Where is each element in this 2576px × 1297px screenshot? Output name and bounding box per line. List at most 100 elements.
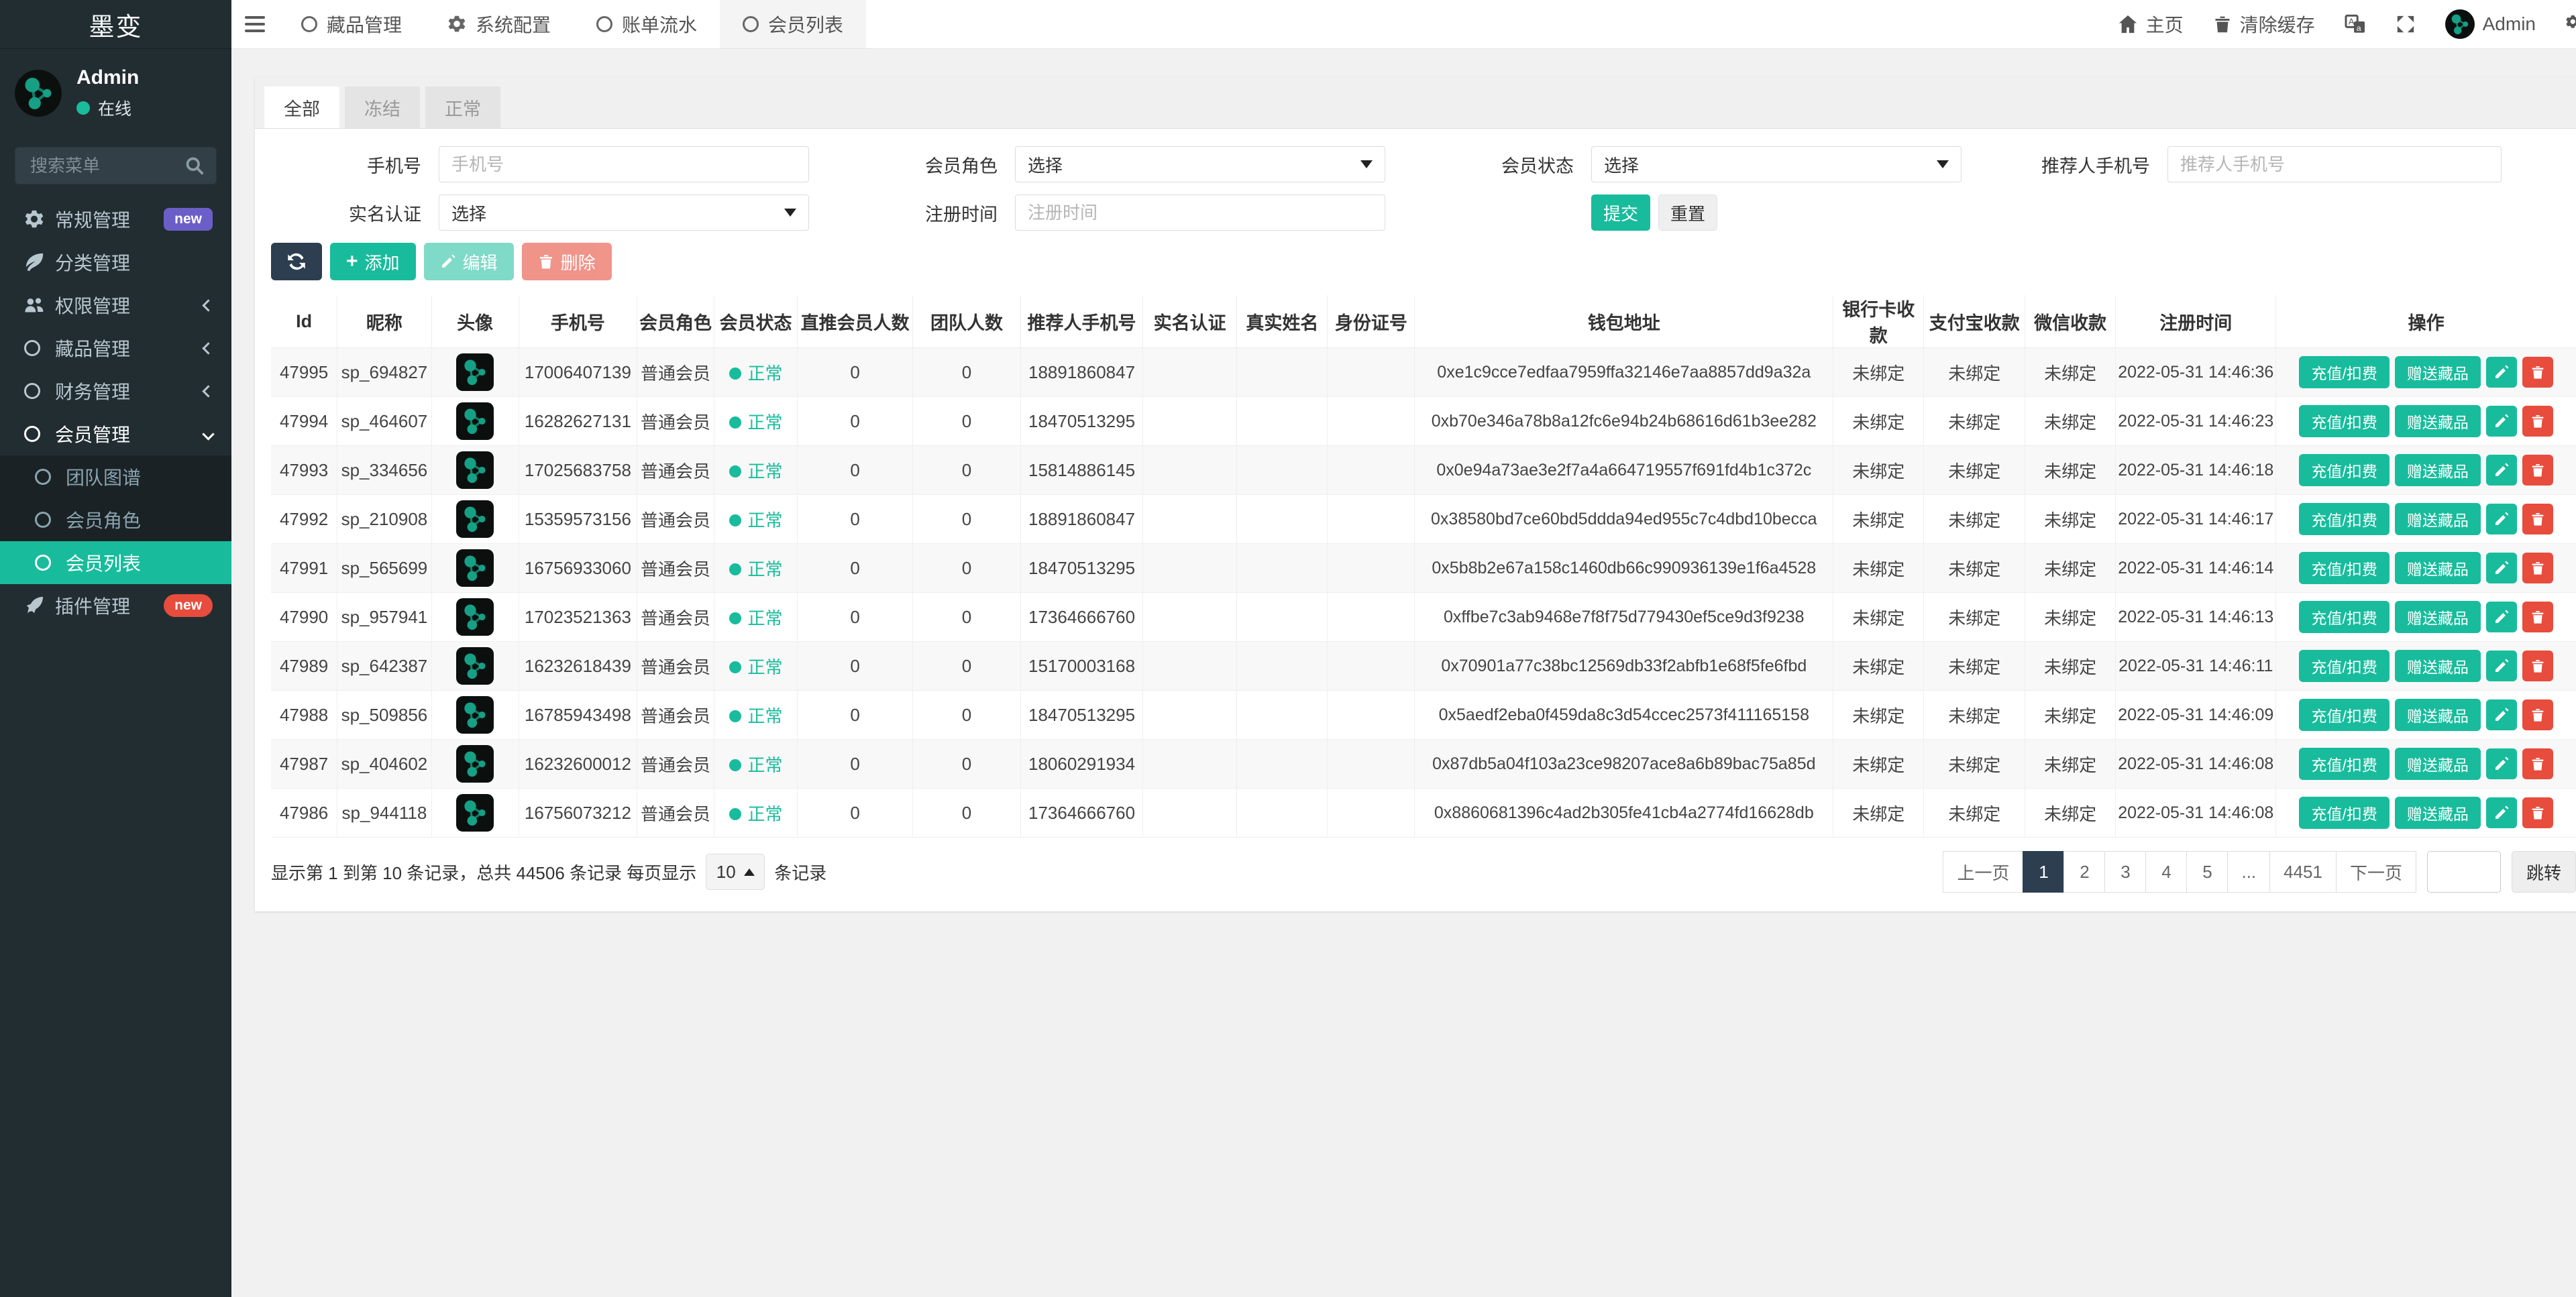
edit-row-button[interactable] [2485, 699, 2517, 730]
recharge-deduct-button[interactable]: 充值/扣费 [2299, 797, 2390, 829]
edit-row-button[interactable] [2485, 406, 2517, 437]
page-button-1[interactable]: 1 [2023, 851, 2065, 893]
edit-row-button[interactable] [2485, 553, 2517, 583]
table-row[interactable]: 47989 sp_642387 16232618439 普通会员 正常 0 0 … [271, 641, 2576, 691]
gift-collection-button[interactable]: 赠送藏品 [2394, 356, 2481, 388]
page-button-4451[interactable]: 4451 [2269, 851, 2337, 893]
gift-collection-button[interactable]: 赠送藏品 [2394, 503, 2481, 535]
refresh-button[interactable] [271, 243, 322, 280]
gift-collection-button[interactable]: 赠送藏品 [2394, 405, 2481, 437]
col-direct-count[interactable]: 直推会员人数 [797, 295, 913, 348]
recharge-deduct-button[interactable]: 充值/扣费 [2299, 356, 2390, 388]
submit-button[interactable]: 提交 [1591, 194, 1650, 231]
gift-collection-button[interactable]: 赠送藏品 [2394, 601, 2481, 633]
edit-row-button[interactable] [2485, 504, 2517, 534]
page-button-5[interactable]: 5 [2186, 851, 2229, 893]
table-row[interactable]: 47994 sp_464607 16282627131 普通会员 正常 0 0 … [271, 396, 2576, 446]
col-bank[interactable]: 银行卡收款 [1833, 295, 1925, 348]
col-referrer-phone[interactable]: 推荐人手机号 [1020, 295, 1143, 348]
sidebar-item-permission[interactable]: 权限管理 [0, 284, 231, 327]
delete-row-button[interactable] [2522, 406, 2553, 437]
col-avatar[interactable]: 头像 [431, 295, 519, 348]
gift-collection-button[interactable]: 赠送藏品 [2394, 797, 2481, 829]
page-button-3[interactable]: 3 [2104, 851, 2147, 893]
home-link[interactable]: 主页 [2118, 11, 2184, 38]
sidebar-item-team-graph[interactable]: 团队图谱 [0, 455, 231, 498]
col-phone[interactable]: 手机号 [518, 295, 638, 348]
page-button-4[interactable]: 4 [2145, 851, 2188, 893]
col-alipay[interactable]: 支付宝收款 [1923, 295, 2026, 348]
recharge-deduct-button[interactable]: 充值/扣费 [2299, 405, 2390, 437]
col-role[interactable]: 会员角色 [637, 295, 714, 348]
page-size-select[interactable]: 10 [706, 854, 765, 890]
real-name-auth-select[interactable]: 选择 [439, 194, 809, 231]
fullscreen-icon[interactable] [2396, 14, 2416, 34]
table-row[interactable]: 47990 sp_957941 17023521363 普通会员 正常 0 0 … [271, 592, 2576, 642]
gift-collection-button[interactable]: 赠送藏品 [2394, 748, 2481, 780]
page-button-下一页[interactable]: 下一页 [2335, 851, 2416, 893]
gift-collection-button[interactable]: 赠送藏品 [2394, 650, 2481, 682]
col-team-count[interactable]: 团队人数 [912, 295, 1022, 348]
delete-row-button[interactable] [2522, 553, 2553, 583]
page-jump-button[interactable]: 跳转 [2512, 851, 2576, 893]
sidebar-item-category[interactable]: 分类管理 [0, 241, 231, 284]
page-button-上一页[interactable]: 上一页 [1943, 851, 2024, 893]
search-icon[interactable] [184, 156, 205, 176]
topnav-tab-bill-flow[interactable]: 账单流水 [574, 0, 720, 48]
col-wallet[interactable]: 钱包地址 [1414, 295, 1834, 348]
col-id-card[interactable]: 身份证号 [1327, 295, 1415, 348]
edit-row-button[interactable] [2485, 797, 2517, 828]
table-row[interactable]: 47987 sp_404602 16232600012 普通会员 正常 0 0 … [271, 739, 2576, 789]
recharge-deduct-button[interactable]: 充值/扣费 [2299, 748, 2390, 780]
delete-row-button[interactable] [2522, 504, 2553, 534]
recharge-deduct-button[interactable]: 充值/扣费 [2299, 552, 2390, 584]
table-row[interactable]: 47993 sp_334656 17025683758 普通会员 正常 0 0 … [271, 445, 2576, 495]
table-row[interactable]: 47986 sp_944118 16756073212 普通会员 正常 0 0 … [271, 788, 2576, 838]
tab-frozen[interactable]: 冻结 [345, 87, 420, 128]
sidebar-item-finance[interactable]: 财务管理 [0, 370, 231, 412]
sidebar-item-plugin[interactable]: 插件管理 new [0, 584, 231, 627]
gift-collection-button[interactable]: 赠送藏品 [2394, 552, 2481, 584]
topnav-tab-system-config[interactable]: 系统配置 [425, 0, 574, 48]
page-button-...[interactable]: ... [2227, 851, 2271, 893]
settings-gears-icon[interactable] [2565, 14, 2576, 34]
table-row[interactable]: 47988 sp_509856 16785943498 普通会员 正常 0 0 … [271, 690, 2576, 740]
navbar-user[interactable]: Admin [2445, 9, 2536, 39]
sidebar-item-member-role[interactable]: 会员角色 [0, 498, 231, 541]
col-wechat[interactable]: 微信收款 [2025, 295, 2116, 348]
col-status[interactable]: 会员状态 [713, 295, 798, 348]
table-row[interactable]: 47992 sp_210908 15359573156 普通会员 正常 0 0 … [271, 494, 2576, 544]
phone-input[interactable] [439, 146, 809, 182]
delete-row-button[interactable] [2522, 699, 2553, 730]
edit-button[interactable]: 编辑 [423, 243, 514, 280]
register-time-input[interactable] [1015, 194, 1385, 231]
delete-button[interactable]: 删除 [521, 243, 612, 280]
sidebar-item-general[interactable]: 常规管理 new [0, 198, 231, 241]
delete-row-button[interactable] [2522, 748, 2553, 779]
tab-normal[interactable]: 正常 [425, 87, 500, 128]
delete-row-button[interactable] [2522, 651, 2553, 681]
topnav-tab-collection[interactable]: 藏品管理 [278, 0, 425, 48]
delete-row-button[interactable] [2522, 357, 2553, 388]
language-icon[interactable]: Aa [2345, 13, 2366, 35]
hamburger-menu-icon[interactable] [231, 16, 278, 32]
edit-row-button[interactable] [2485, 748, 2517, 779]
page-jump-input[interactable] [2427, 851, 2501, 893]
recharge-deduct-button[interactable]: 充值/扣费 [2299, 650, 2390, 682]
edit-row-button[interactable] [2485, 455, 2517, 486]
table-row[interactable]: 47991 sp_565699 16756933060 普通会员 正常 0 0 … [271, 543, 2576, 593]
edit-row-button[interactable] [2485, 651, 2517, 681]
col-register-time[interactable]: 注册时间 [2115, 295, 2277, 348]
member-role-select[interactable]: 选择 [1015, 146, 1385, 182]
topnav-tab-member-list[interactable]: 会员列表 [720, 0, 867, 48]
gift-collection-button[interactable]: 赠送藏品 [2394, 454, 2481, 486]
referrer-phone-input[interactable] [2167, 146, 2502, 182]
edit-row-button[interactable] [2485, 357, 2517, 388]
recharge-deduct-button[interactable]: 充值/扣费 [2299, 454, 2390, 486]
member-status-select[interactable]: 选择 [1591, 146, 1962, 182]
sidebar-item-member-list[interactable]: 会员列表 [0, 541, 231, 584]
col-nickname[interactable]: 昵称 [337, 295, 432, 348]
delete-row-button[interactable] [2522, 797, 2553, 828]
sidebar-item-collection[interactable]: 藏品管理 [0, 327, 231, 370]
recharge-deduct-button[interactable]: 充值/扣费 [2299, 503, 2390, 535]
